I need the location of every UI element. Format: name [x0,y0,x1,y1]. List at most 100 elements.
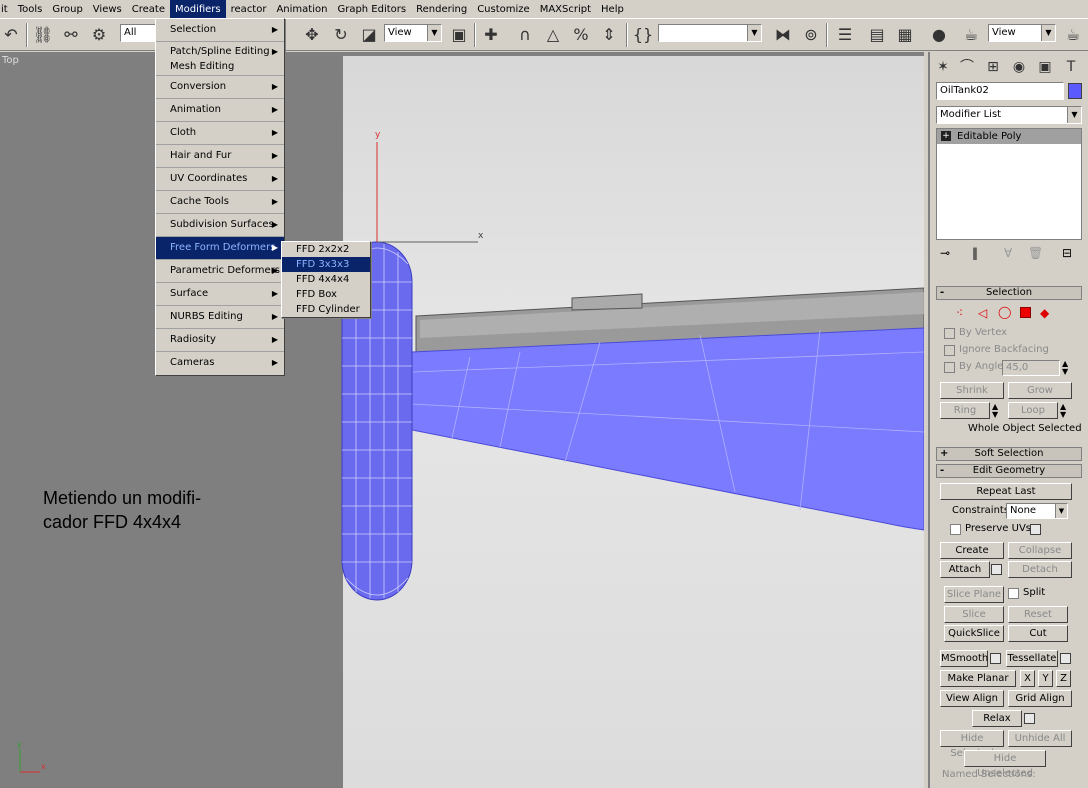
make-planar-button[interactable]: Make Planar [940,670,1016,687]
material-editor-icon[interactable]: ● [928,24,950,46]
manipulate-icon[interactable]: ✚ [480,24,502,46]
curve-editor-icon[interactable]: ▤ [866,24,888,46]
select-and-rotate-icon[interactable]: ↻ [330,24,352,46]
soft-selection-rollout-header[interactable]: + Soft Selection [936,447,1082,461]
menu-tools[interactable]: Tools [13,0,48,19]
collapse-button[interactable]: Collapse [1008,542,1072,559]
menu-item-animation[interactable]: Animation ▶ [156,99,284,122]
menu-item-parametric-deformers[interactable]: Parametric Deformers ▶ [156,260,284,283]
tessellate-settings-icon[interactable] [1060,653,1071,664]
menu-group[interactable]: Group [47,0,87,19]
menu-item-hair-and-fur[interactable]: Hair and Fur ▶ [156,145,284,168]
pivot-center-icon[interactable]: ▣ [448,24,470,46]
menu-edit[interactable]: it [0,0,13,19]
grid-align-button[interactable]: Grid Align [1008,690,1072,707]
menu-item-cache-tools[interactable]: Cache Tools ▶ [156,191,284,214]
by-vertex-checkbox[interactable] [944,328,955,339]
render-view-dropdown[interactable]: View ▼ [988,24,1056,42]
hide-unselected-button[interactable]: Hide Unselected [964,750,1046,779]
menu-item-cloth[interactable]: Cloth ▶ [156,122,284,145]
submenu-item-ffd-4x4x4[interactable]: FFD 4x4x4 [282,272,370,287]
attach-button[interactable]: Attach [940,561,990,578]
repeat-last-button[interactable]: Repeat Last [940,483,1072,500]
top-viewport[interactable]: Top y x y x Metiendo un modifi- cador FF… [0,52,924,788]
planar-z-button[interactable]: Z [1056,670,1071,687]
msmooth-button[interactable]: MSmooth [940,650,988,667]
mirror-icon[interactable]: ⧓ [772,24,794,46]
msmooth-settings-icon[interactable] [990,653,1001,664]
ignore-backfacing-checkbox[interactable] [944,345,955,356]
vertex-subobject-icon[interactable]: ⁖ [956,306,963,320]
modify-tab-icon[interactable]: ⌒ [956,56,978,78]
menu-views[interactable]: Views [88,0,127,19]
shrink-button[interactable]: Shrink [940,382,1004,399]
schematic-view-icon[interactable]: ▦ [894,24,916,46]
menu-animation[interactable]: Animation [271,0,332,19]
preserve-uvs-checkbox[interactable] [950,524,961,535]
submenu-item-ffd-cylinder[interactable]: FFD Cylinder [282,302,370,317]
by-angle-checkbox[interactable] [944,362,955,373]
object-name-field[interactable]: OilTank02 [936,82,1064,100]
percent-snap-icon[interactable]: % [570,24,592,46]
menu-item-surface[interactable]: Surface ▶ [156,283,284,306]
grow-button[interactable]: Grow [1008,382,1072,399]
polygon-subobject-icon[interactable] [1020,307,1031,318]
slice-plane-button[interactable]: Slice Plane [944,586,1004,603]
display-tab-icon[interactable]: ▣ [1034,56,1056,78]
attach-settings-icon[interactable] [991,564,1002,575]
render-setup-icon[interactable]: ☕ [960,24,982,46]
select-and-move-icon[interactable]: ✥ [301,24,323,46]
menu-item-selection[interactable]: Selection ▶ [156,19,284,42]
ring-spinner-icon[interactable]: ▲ ▼ [992,403,998,419]
stack-item-editable-poly[interactable]: + Editable Poly [937,129,1081,144]
object-color-swatch[interactable] [1068,83,1082,99]
angle-spinner[interactable]: 45,0 [1002,360,1060,376]
ring-button[interactable]: Ring [940,402,990,419]
reference-coordinate-dropdown[interactable]: View ▼ [384,24,442,42]
menu-customize[interactable]: Customize [472,0,535,19]
expand-plus-icon[interactable]: + [941,131,951,141]
hide-selected-button[interactable]: Hide Selected [940,730,1004,759]
cut-button[interactable]: Cut [1008,625,1068,642]
selection-rollout-header[interactable]: - Selection [936,286,1082,300]
configure-modifier-sets-icon[interactable]: ⊟ [1062,246,1072,260]
border-subobject-icon[interactable]: ◯ [998,305,1011,319]
view-align-button[interactable]: View Align [940,690,1004,707]
named-selection-dropdown[interactable]: ▼ [658,24,762,42]
layer-manager-icon[interactable]: ☰ [834,24,856,46]
menu-item-uv-coordinates[interactable]: UV Coordinates ▶ [156,168,284,191]
menu-modifiers[interactable]: Modifiers [169,0,226,19]
tessellate-button[interactable]: Tessellate [1006,650,1058,667]
edit-named-selection-icon[interactable]: {} [632,24,654,46]
loop-spinner-icon[interactable]: ▲ ▼ [1060,403,1066,419]
spinner-arrows-icon[interactable]: ▲ ▼ [1062,360,1068,376]
hierarchy-tab-icon[interactable]: ⊞ [982,56,1004,78]
select-and-scale-icon[interactable]: ◪ [358,24,380,46]
create-button[interactable]: Create [940,542,1004,559]
undo-icon[interactable]: ↶ [0,24,22,46]
detach-button[interactable]: Detach [1008,561,1072,578]
menu-item-subdivision-surfaces[interactable]: Subdivision Surfaces ▶ [156,214,284,237]
utilities-tab-icon[interactable]: T [1060,56,1082,78]
menu-item-radiosity[interactable]: Radiosity ▶ [156,329,284,352]
quick-render-icon[interactable]: ☕ [1062,24,1084,46]
relax-button[interactable]: Relax [972,710,1022,727]
reset-plane-button[interactable]: Reset Plane [1008,606,1068,635]
submenu-item-ffd-2x2x2[interactable]: FFD 2x2x2 [282,242,370,257]
menu-rendering[interactable]: Rendering [411,0,472,19]
planar-y-button[interactable]: Y [1038,670,1053,687]
spinner-snap-icon[interactable]: ⇕ [598,24,620,46]
menu-item-conversion[interactable]: Conversion ▶ [156,76,284,99]
menu-create[interactable]: Create [127,0,170,19]
create-tab-icon[interactable]: ✶ [932,56,954,78]
menu-item-nurbs-editing[interactable]: NURBS Editing ▶ [156,306,284,329]
menu-maxscript[interactable]: MAXScript [535,0,596,19]
slice-button[interactable]: Slice [944,606,1004,623]
element-subobject-icon[interactable]: ◆ [1040,306,1049,320]
planar-x-button[interactable]: X [1020,670,1035,687]
modifier-list-dropdown[interactable]: Modifier List ▼ [936,106,1082,124]
show-end-result-icon[interactable]: ‖ [972,246,978,260]
menu-reactor[interactable]: reactor [226,0,272,19]
constraints-dropdown[interactable]: None ▼ [1006,503,1068,519]
unhide-all-button[interactable]: Unhide All [1008,730,1072,747]
